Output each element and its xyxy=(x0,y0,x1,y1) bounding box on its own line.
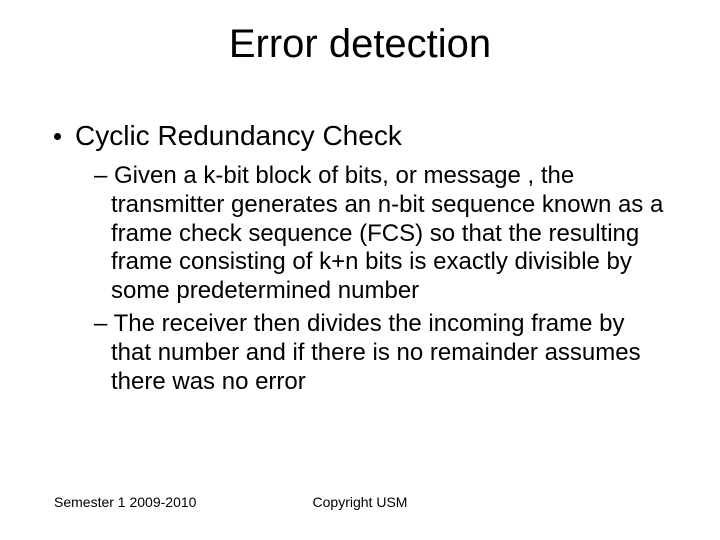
bullet-level2-text: Given a k-bit block of bits, or message … xyxy=(111,162,663,304)
slide: Error detection Cyclic Redundancy Check … xyxy=(0,0,720,540)
bullet-level2: – Given a k-bit block of bits, or messag… xyxy=(94,162,666,306)
bullet-dash-icon: – xyxy=(94,162,114,189)
bullet-dash-icon: – xyxy=(94,310,114,337)
bullet-level2-text: The receiver then divides the incoming f… xyxy=(111,310,641,395)
slide-title: Error detection xyxy=(0,22,720,67)
bullet-level2: – The receiver then divides the incoming… xyxy=(94,310,666,396)
bullet-dot-icon xyxy=(54,133,61,140)
slide-content: Cyclic Redundancy Check – Given a k-bit … xyxy=(54,120,666,400)
bullet-level1-text: Cyclic Redundancy Check xyxy=(75,120,402,152)
footer-left: Semester 1 2009-2010 xyxy=(54,494,196,510)
bullet-level1: Cyclic Redundancy Check xyxy=(54,120,666,152)
